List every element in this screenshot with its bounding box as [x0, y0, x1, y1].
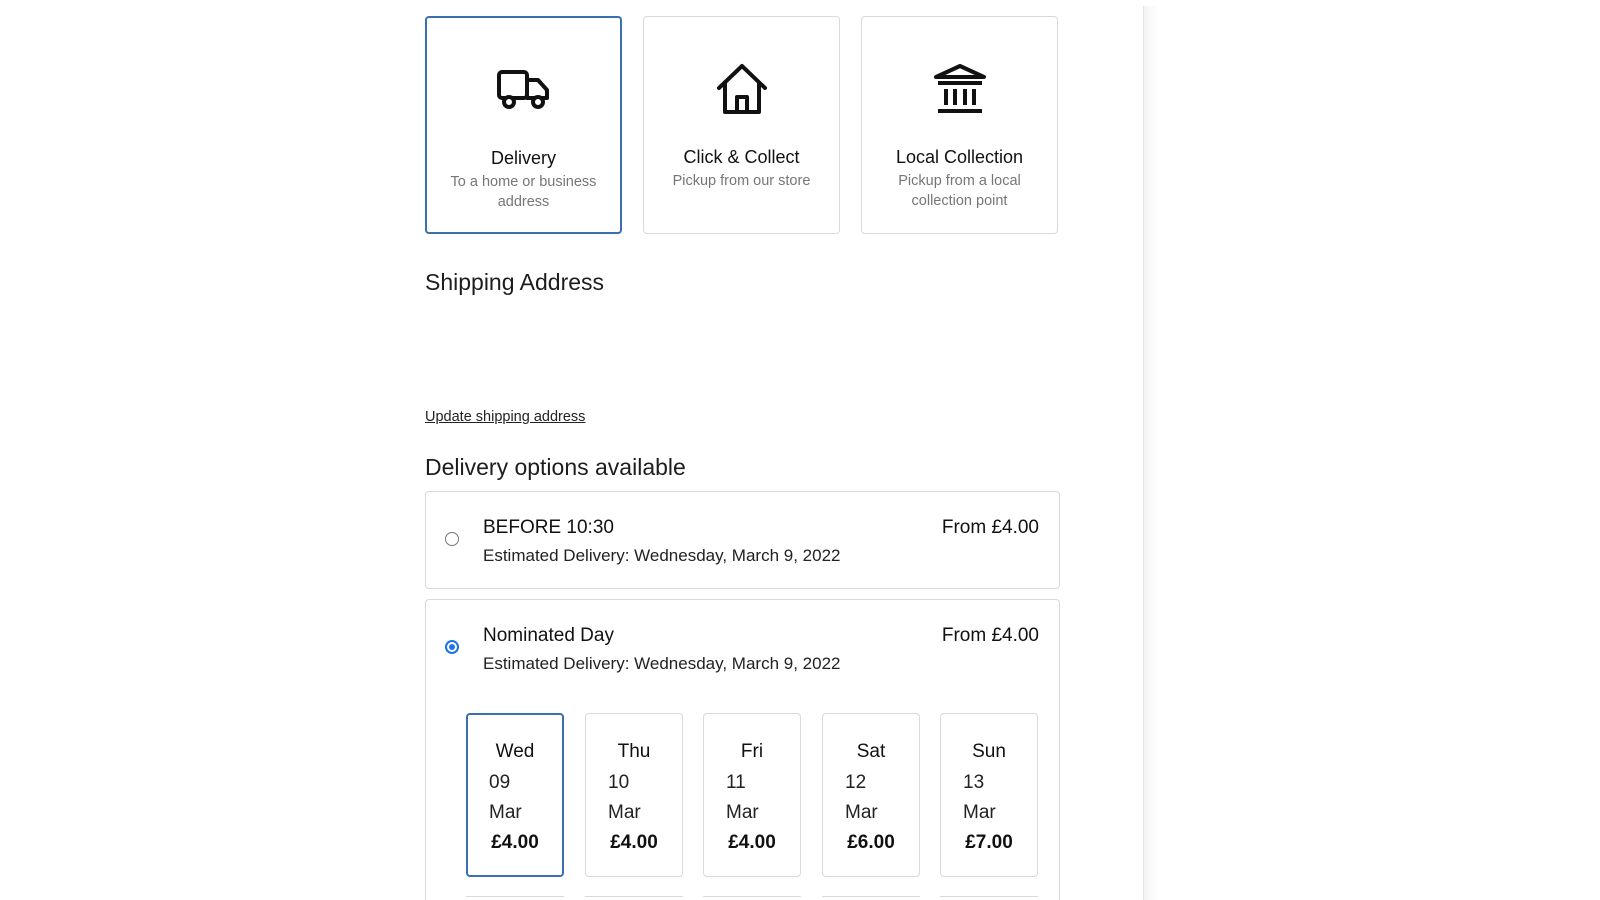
day-name: Wed [495, 741, 535, 762]
option-radio[interactable] [445, 640, 459, 654]
method-card-local-collection[interactable]: Local Collection Pickup from a local col… [861, 16, 1058, 234]
day-tile-next-row [940, 896, 1038, 900]
method-subtitle: To a home or business address [450, 174, 597, 210]
method-title: Local Collection [895, 147, 1024, 167]
method-card-click-collect[interactable]: Click & Collect Pickup from our store [643, 16, 840, 234]
day-tile-wed[interactable]: Wed 09 Mar £4.00 [466, 713, 564, 877]
method-subtitle: Pickup from our store [672, 173, 811, 189]
method-subtitle: Pickup from a local collection point [898, 173, 1021, 209]
method-title: Delivery [490, 148, 556, 168]
delivery-options-heading: Delivery options available [425, 454, 686, 480]
day-tile-sun[interactable]: Sun 13 Mar £7.00 [940, 713, 1038, 877]
day-price: £4.00 [610, 832, 658, 853]
day-price: £4.00 [728, 832, 776, 853]
day-date: 10 [608, 772, 630, 793]
truck-icon [496, 70, 549, 109]
day-date: 12 [845, 772, 867, 793]
day-tile-thu[interactable]: Thu 10 Mar £4.00 [585, 713, 683, 877]
method-title: Click & Collect [683, 147, 800, 167]
day-month: Mar [726, 802, 759, 823]
day-tile-fri[interactable]: Fri 11 Mar £4.00 [703, 713, 801, 877]
day-date: 11 [726, 772, 746, 793]
day-price: £6.00 [847, 832, 895, 853]
day-tile-next-row [585, 896, 683, 900]
checkout-page: Delivery To a home or business address C… [0, 0, 1600, 900]
bank-building-icon [933, 64, 986, 113]
option-price: From £4.00 [941, 625, 1039, 646]
option-price: From £4.00 [941, 517, 1039, 538]
day-date: 13 [963, 772, 985, 793]
method-card-delivery[interactable]: Delivery To a home or business address [425, 16, 622, 234]
option-name: BEFORE 10:30 [483, 517, 614, 538]
day-month: Mar [608, 802, 641, 823]
day-tile-next-row [822, 896, 920, 900]
shipping-address-heading: Shipping Address [425, 269, 605, 295]
option-estimate: Estimated Delivery: Wednesday, March 9, … [483, 546, 841, 565]
house-icon [716, 64, 767, 114]
day-price: £7.00 [965, 832, 1013, 853]
day-tile-next-row [703, 896, 801, 900]
day-tile-next-row [466, 896, 564, 900]
update-shipping-address-link[interactable]: Update shipping address [425, 409, 585, 425]
column-shadow [1144, 6, 1158, 900]
option-name: Nominated Day [483, 625, 614, 646]
day-month: Mar [845, 802, 878, 823]
day-name: Sat [856, 741, 886, 762]
day-month: Mar [963, 802, 996, 823]
day-month: Mar [489, 802, 522, 823]
option-radio[interactable] [445, 532, 459, 546]
day-name: Thu [617, 741, 651, 762]
day-name: Fri [740, 741, 764, 762]
day-tile-sat[interactable]: Sat 12 Mar £6.00 [822, 713, 920, 877]
day-price: £4.00 [491, 832, 539, 853]
delivery-option-before-1030[interactable]: BEFORE 10:30 Estimated Delivery: Wednesd… [425, 491, 1060, 589]
option-estimate: Estimated Delivery: Wednesday, March 9, … [483, 654, 841, 673]
day-name: Sun [972, 741, 1006, 762]
day-date: 09 [489, 772, 511, 793]
